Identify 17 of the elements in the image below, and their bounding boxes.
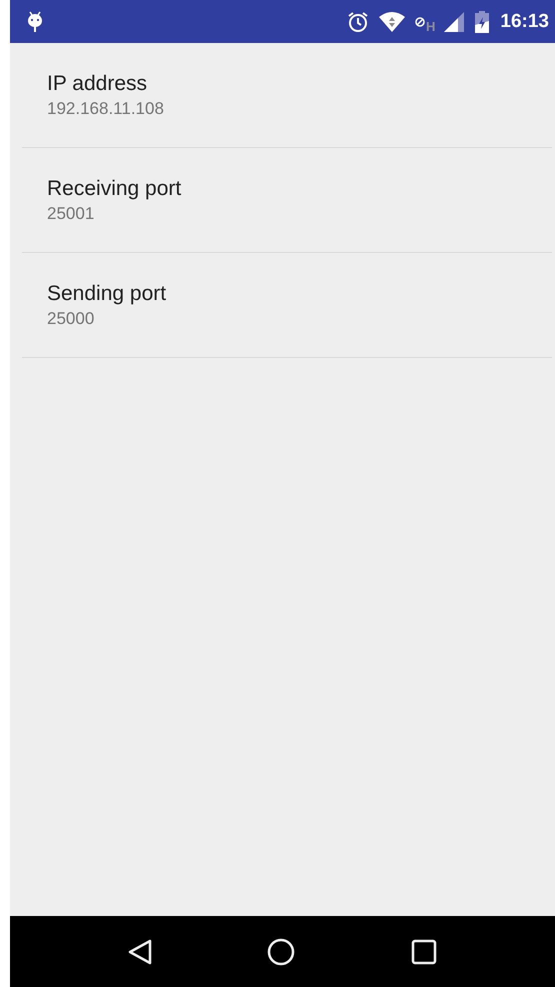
network-type: H bbox=[426, 18, 436, 34]
no-data-icon bbox=[415, 16, 425, 26]
signal-icon bbox=[444, 12, 466, 32]
back-icon[interactable] bbox=[128, 938, 152, 964]
clock-time: 16:13 bbox=[500, 10, 549, 32]
alarm-icon bbox=[347, 10, 369, 32]
preference-title[interactable]: Sending port bbox=[47, 282, 166, 306]
android-icon bbox=[27, 10, 43, 34]
preference-value: 192.168.11.108 bbox=[47, 99, 164, 119]
preference-value: 25001 bbox=[47, 204, 94, 224]
preference-title[interactable]: IP address bbox=[47, 72, 148, 96]
battery-charging-icon bbox=[475, 10, 490, 32]
recents-icon[interactable] bbox=[411, 938, 438, 964]
preference-value: 25000 bbox=[47, 309, 94, 329]
preference-title[interactable]: Receiving port bbox=[47, 177, 182, 201]
home-icon[interactable] bbox=[267, 938, 296, 966]
wifi-icon bbox=[378, 10, 406, 32]
